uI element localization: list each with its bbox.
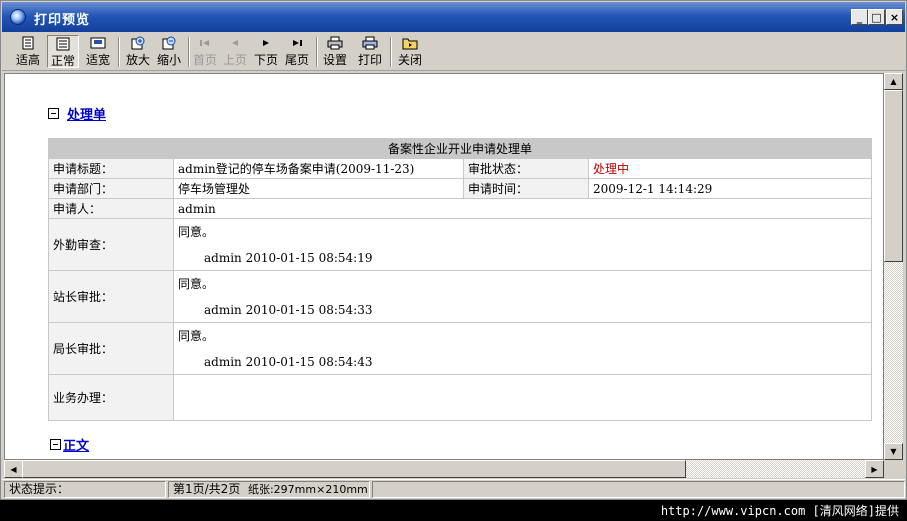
fit-width-button[interactable]: 适宽 xyxy=(83,35,113,68)
printer-settings-icon xyxy=(327,36,343,50)
scroll-left-arrow-icon[interactable]: ◀ xyxy=(4,460,23,478)
zoom-out-button[interactable]: 缩小 xyxy=(154,35,184,68)
status-hint: 状态提示： xyxy=(4,481,166,498)
close-button[interactable]: × xyxy=(886,9,903,25)
print-preview-window: 打印预览 _ □ × 适高 正常 适宽 放大 缩小 首页 上页 下页 尾页 设置… xyxy=(0,0,907,500)
fit-height-icon xyxy=(22,36,34,50)
opinion-label: 外勤审查： xyxy=(48,218,174,271)
vertical-scroll-thumb[interactable] xyxy=(884,90,903,262)
first-page-button[interactable]: 首页 xyxy=(191,35,219,68)
form-value: admin xyxy=(173,198,872,219)
next-page-button[interactable]: 下页 xyxy=(252,35,280,68)
opinion-text: 同意。 xyxy=(178,277,215,291)
print-button[interactable]: 打印 xyxy=(355,35,385,68)
close-folder-icon xyxy=(402,38,418,50)
form-label: 审批状态： xyxy=(463,158,589,179)
tool-label: 尾页 xyxy=(284,53,309,67)
opinion-text: 同意。 xyxy=(178,225,215,239)
page-indicator: 第1页/共2页 xyxy=(173,482,241,496)
last-page-icon xyxy=(293,40,302,46)
preview-area[interactable]: 处理单 备案性企业开业申请处理单 申请标题： admin登记的停车场备案申请(2… xyxy=(4,73,884,460)
print-settings-button[interactable]: 设置 xyxy=(320,35,350,68)
status-value: 处理中 xyxy=(588,158,872,179)
tool-label: 关闭 xyxy=(397,53,422,67)
tool-label: 上页 xyxy=(222,53,247,67)
watermark-text: http://www.vipcn.com [清风网络]提供 xyxy=(660,504,899,518)
normal-view-button[interactable]: 正常 xyxy=(47,35,79,68)
form-value: admin登记的停车场备案申请(2009-11-23) xyxy=(173,158,464,179)
opinion-signature: admin 2010-01-15 08:54:19 xyxy=(204,251,373,265)
status-bar: 状态提示： 第1页/共2页 纸张:297mm×210mm xyxy=(2,479,905,499)
section-link-body[interactable]: 正文 xyxy=(63,435,89,454)
paper-size: 纸张:297mm×210mm xyxy=(247,483,368,496)
form-header: 备案性企业开业申请处理单 xyxy=(48,138,872,159)
toolbar-separator xyxy=(118,37,120,67)
toolbar-separator xyxy=(188,37,190,67)
opinion-text: 同意。 xyxy=(178,329,215,343)
minimize-button[interactable]: _ xyxy=(851,9,868,25)
close-preview-button[interactable]: 关闭 xyxy=(394,35,426,68)
normal-view-icon xyxy=(56,37,70,51)
tool-label: 放大 xyxy=(125,53,150,67)
prev-page-button[interactable]: 上页 xyxy=(221,35,249,68)
opinion-label: 局长审批： xyxy=(48,322,174,375)
title-bar[interactable]: 打印预览 _ □ × xyxy=(2,2,905,32)
zoom-out-icon xyxy=(162,36,176,50)
section-header[interactable]: 处理单 xyxy=(48,104,106,123)
zoom-in-icon xyxy=(131,36,145,50)
window-title: 打印预览 xyxy=(34,13,91,28)
scrollbar-corner xyxy=(884,460,903,478)
tool-label: 适宽 xyxy=(85,53,110,67)
form-label: 申请部门： xyxy=(48,178,174,199)
vertical-scrollbar[interactable]: ▲ ▼ xyxy=(884,73,903,460)
toolbar-separator xyxy=(316,37,318,67)
processing-form-table: 备案性企业开业申请处理单 申请标题： admin登记的停车场备案申请(2009-… xyxy=(48,138,872,421)
tool-label: 适高 xyxy=(15,53,40,67)
form-value: 2009-12-1 14:14:29 xyxy=(588,178,872,199)
next-page-icon xyxy=(263,40,269,46)
section-link-processing[interactable]: 处理单 xyxy=(67,104,106,123)
opinion-signature: admin 2010-01-15 08:54:43 xyxy=(204,355,373,369)
status-page-info: 第1页/共2页 纸张:297mm×210mm xyxy=(168,481,370,498)
tool-label: 正常 xyxy=(50,54,75,68)
tool-label: 设置 xyxy=(322,53,347,67)
opinion-label: 站长审批： xyxy=(48,270,174,323)
business-cell xyxy=(173,374,872,421)
maximize-button[interactable]: □ xyxy=(868,9,885,25)
form-value: 停车场管理处 xyxy=(173,178,464,199)
opinion-signature: admin 2010-01-15 08:54:33 xyxy=(204,303,373,317)
collapse-toggle-icon[interactable] xyxy=(48,108,59,119)
opinion-cell: 同意。 admin 2010-01-15 08:54:43 xyxy=(173,322,872,375)
fit-width-icon xyxy=(90,37,106,49)
fit-height-button[interactable]: 适高 xyxy=(13,35,43,68)
form-label: 申请标题： xyxy=(48,158,174,179)
tool-label: 缩小 xyxy=(156,53,181,67)
status-extra xyxy=(372,481,905,498)
first-page-icon xyxy=(200,40,209,46)
form-label: 申请人： xyxy=(48,198,174,219)
prev-page-icon xyxy=(232,40,238,46)
scroll-right-arrow-icon[interactable]: ▶ xyxy=(865,460,884,478)
printer-icon xyxy=(362,36,378,50)
form-label: 申请时间： xyxy=(463,178,589,199)
scroll-up-arrow-icon[interactable]: ▲ xyxy=(884,73,903,90)
zoom-in-button[interactable]: 放大 xyxy=(123,35,153,68)
collapse-toggle-icon[interactable] xyxy=(50,439,61,450)
horizontal-scrollbar[interactable]: ◀ ▶ xyxy=(4,460,884,478)
scroll-down-arrow-icon[interactable]: ▼ xyxy=(884,443,903,460)
toolbar: 适高 正常 适宽 放大 缩小 首页 上页 下页 尾页 设置 打印 关闭 xyxy=(2,33,905,71)
toolbar-separator xyxy=(390,37,392,67)
last-page-button[interactable]: 尾页 xyxy=(283,35,311,68)
tool-label: 下页 xyxy=(253,53,278,67)
section-header[interactable]: 正文 xyxy=(50,435,89,454)
opinion-cell: 同意。 admin 2010-01-15 08:54:19 xyxy=(173,218,872,271)
opinion-cell: 同意。 admin 2010-01-15 08:54:33 xyxy=(173,270,872,323)
form-label: 业务办理： xyxy=(48,374,174,421)
app-globe-icon xyxy=(10,9,26,25)
tool-label: 首页 xyxy=(192,53,217,67)
tool-label: 打印 xyxy=(357,53,382,67)
horizontal-scroll-thumb[interactable] xyxy=(22,460,686,478)
